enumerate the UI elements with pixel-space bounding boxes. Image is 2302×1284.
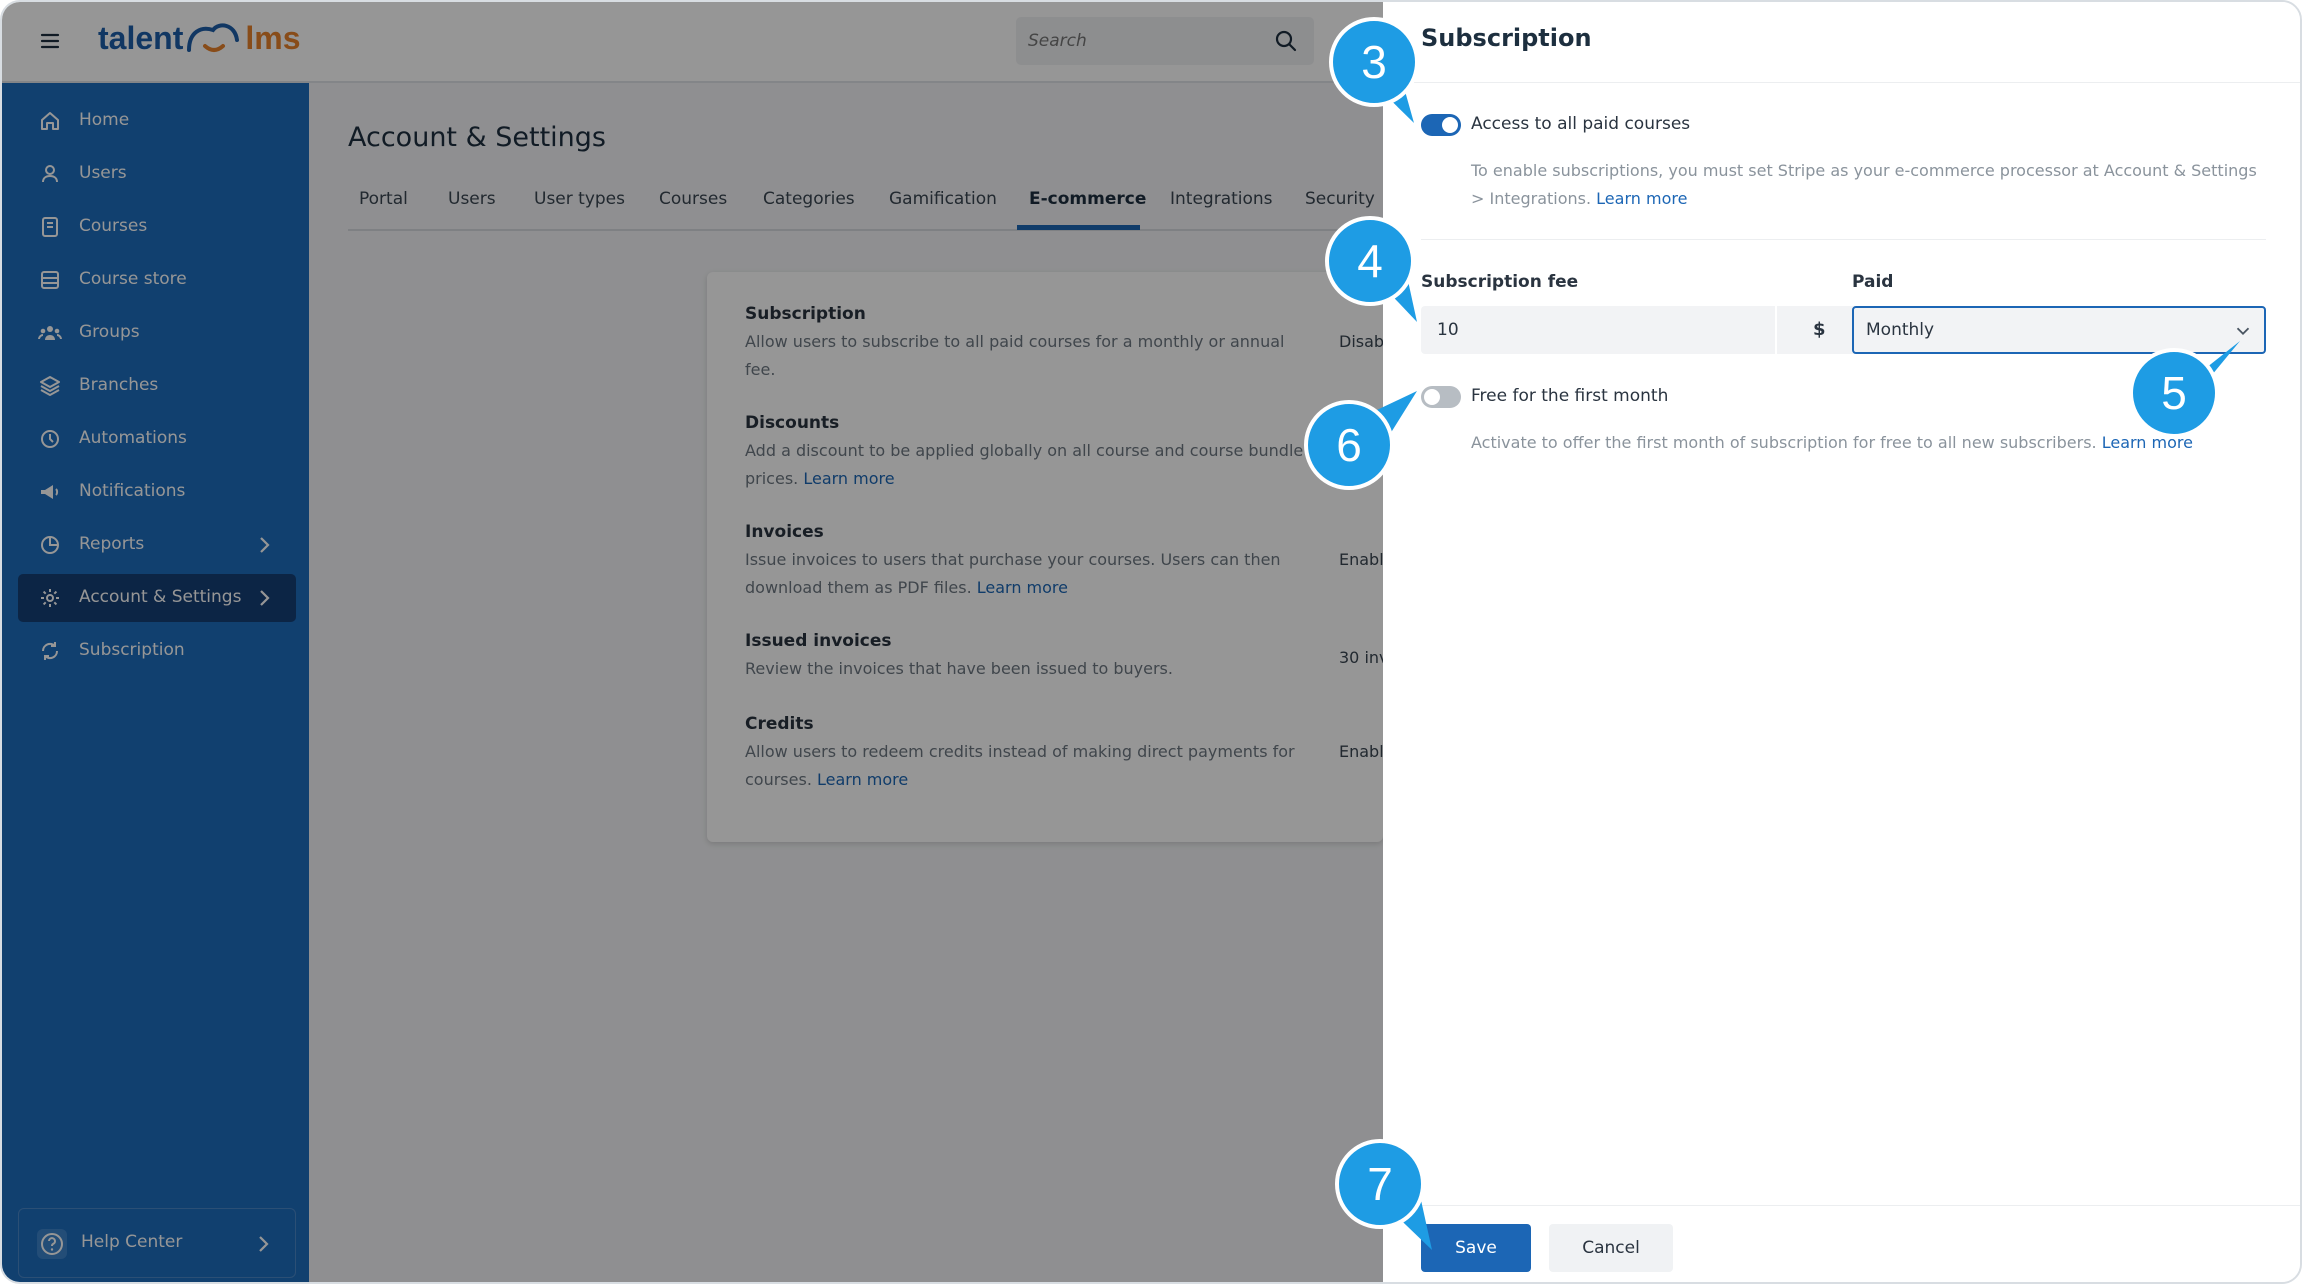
callout-badge: 5 [2129, 348, 2219, 438]
access-help-description: To enable subscriptions, you must set St… [1471, 161, 2257, 208]
callout-badge: 3 [1329, 17, 1419, 107]
callout-badge: 6 [1304, 400, 1394, 490]
currency-symbol: $ [1813, 319, 1826, 340]
paid-label: Paid [1852, 272, 1894, 292]
paid-period-value: Monthly [1866, 320, 1935, 340]
access-help-text: To enable subscriptions, you must set St… [1471, 157, 2271, 213]
cancel-button[interactable]: Cancel [1549, 1224, 1673, 1272]
callout-badge: 4 [1325, 216, 1415, 306]
learn-more-link[interactable]: Learn more [1596, 189, 1687, 208]
section-divider [1421, 239, 2266, 240]
panel-header-divider [1383, 82, 2300, 83]
footer-divider [1383, 1205, 2300, 1206]
toggle-knob [1424, 389, 1440, 405]
modal-backdrop[interactable] [2, 2, 1383, 1282]
free-first-month-label: Free for the first month [1471, 386, 1669, 406]
callout-badge: 7 [1335, 1139, 1425, 1229]
app-window: talent lms Home Users Courses Course [0, 0, 2302, 1284]
access-all-courses-label: Access to all paid courses [1471, 114, 1691, 134]
free-month-help-description: Activate to offer the first month of sub… [1471, 433, 2097, 452]
currency-divider [1775, 306, 1777, 354]
subscription-fee-field[interactable]: 10 $ [1421, 306, 1871, 354]
subscription-panel: Subscription Access to all paid courses … [1383, 2, 2300, 1282]
free-first-month-toggle[interactable] [1421, 386, 1461, 408]
